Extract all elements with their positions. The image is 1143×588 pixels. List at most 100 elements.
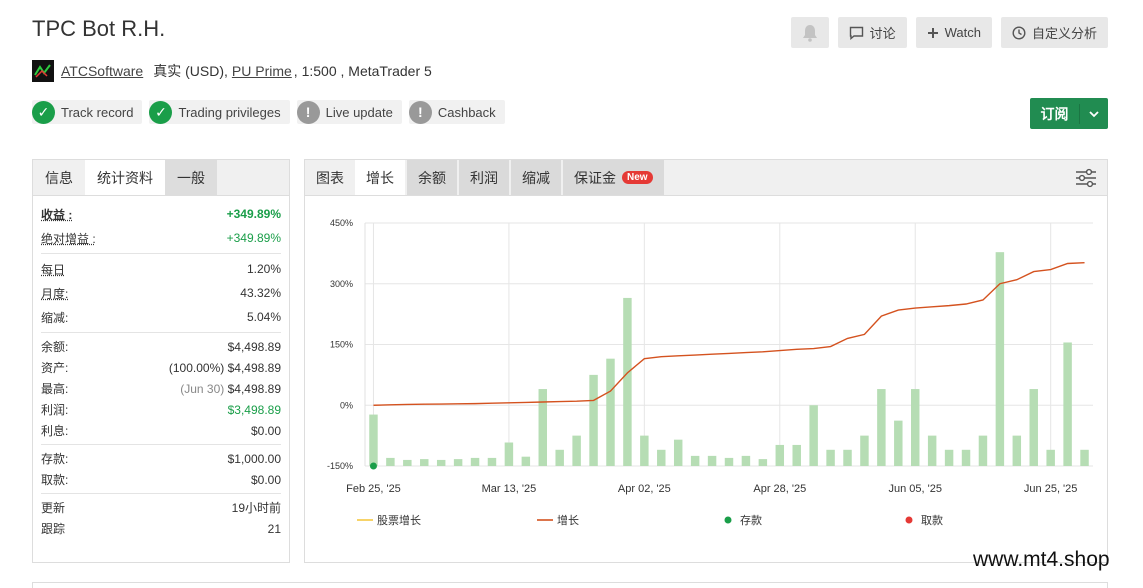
equity-percent: (100.00%) (168, 360, 225, 375)
tab-growth[interactable]: 增长 (355, 160, 405, 195)
author-link[interactable]: ATCSoftware (61, 63, 143, 79)
badge-trading-privileges[interactable]: ✓ Trading privileges (149, 100, 290, 124)
subscribe-button[interactable]: 订阅 (1030, 98, 1108, 129)
bar (978, 435, 988, 466)
check-icon: ✓ (32, 100, 55, 124)
tab-drawdown[interactable]: 缩减 (511, 160, 561, 195)
exclamation-icon: ! (408, 100, 432, 124)
badge-track-record[interactable]: ✓ Track record (32, 100, 143, 124)
clock-icon (1012, 25, 1026, 40)
y-tick-label: 0% (340, 400, 353, 410)
exclamation-icon: ! (296, 100, 320, 124)
interest-value: $0.00 (250, 423, 281, 438)
bar (741, 455, 751, 466)
gain-value: +349.89% (226, 207, 281, 221)
bar (1080, 449, 1089, 466)
bar (860, 435, 869, 466)
y-tick-label: -150% (327, 461, 353, 471)
deposits-value: $1,000.00 (227, 451, 281, 466)
chevron-down-icon[interactable] (1080, 107, 1108, 121)
bar (690, 455, 700, 466)
badge-label: Live update (325, 104, 393, 120)
badge-live-update[interactable]: ! Live update (296, 100, 402, 124)
bar (572, 435, 581, 466)
bar (640, 435, 649, 466)
divider (41, 493, 281, 494)
stats-tabs: 信息 统计资料 一般 (33, 160, 289, 196)
tracking-label: 跟踪 (41, 522, 66, 536)
subscribe-label: 订阅 (1030, 103, 1080, 124)
tab-margin[interactable]: 保证金 New (563, 160, 664, 195)
equity-value: (100.00%) $4,498.89 (169, 361, 281, 375)
bar (1029, 389, 1038, 466)
tab-margin-label: 保证金 (574, 169, 616, 186)
bar (657, 449, 666, 466)
bar (589, 374, 598, 466)
discuss-button[interactable]: 讨论 (837, 17, 907, 48)
daily-label[interactable]: 每日 (41, 261, 65, 278)
badge-cashback[interactable]: ! Cashback (408, 100, 505, 124)
bar (420, 459, 429, 466)
custom-analysis-button[interactable]: 自定义分析 (1000, 17, 1108, 48)
drawdown-label: 缩减: (41, 310, 69, 325)
badge-label: Track record (61, 104, 134, 120)
bar (775, 444, 785, 466)
chart-panel: 图表 增长 余额 利润 缩减 保证金 New 450% 300% 150% 0% -150… (304, 159, 1108, 563)
tab-info[interactable]: 信息 (33, 160, 85, 195)
bar (386, 457, 395, 466)
balance-label: 余额: (41, 340, 69, 354)
legend-label: 存款 (740, 513, 762, 527)
leverage-platform: , 1:500 , MetaTrader 5 (293, 63, 432, 79)
notify-button[interactable] (790, 17, 829, 48)
deposit-point (369, 462, 377, 470)
balance-value: $4,498.89 (227, 339, 281, 354)
bar (792, 444, 801, 466)
divider (41, 253, 281, 254)
tab-profit[interactable]: 利润 (459, 160, 509, 195)
top-actions: 讨论 Watch 自定义分析 (790, 17, 1108, 48)
watch-button[interactable]: Watch (915, 17, 992, 48)
x-tick-label: Mar 13, '25 (482, 483, 537, 495)
watch-label: Watch (944, 25, 981, 40)
equity-label: 资产: (41, 361, 69, 375)
tab-chart[interactable]: 图表 (305, 160, 355, 195)
x-tick-label: Jun 05, '25 (888, 483, 941, 495)
y-tick-label: 450% (330, 218, 353, 228)
badge-label: Cashback (437, 104, 496, 120)
bar (623, 297, 632, 466)
page-title: TPC Bot R.H. (32, 16, 166, 41)
y-tick-label: 300% (330, 279, 353, 289)
bar (1046, 449, 1055, 466)
monthly-label[interactable]: 月度: (41, 285, 68, 302)
author-logo[interactable] (32, 60, 54, 82)
bar (538, 389, 547, 466)
absolute-gain-label[interactable]: 绝对增益 : (41, 230, 96, 247)
tab-balance[interactable]: 余额 (407, 160, 457, 195)
stats-panel: 信息 统计资料 一般 收益 : +349.89% 绝对增益 : +349.89% 每… (32, 159, 290, 563)
absolute-gain-value: +349.89% (226, 231, 281, 245)
broker-link[interactable]: PU Prime (232, 63, 292, 79)
bar (453, 459, 463, 466)
bar (673, 439, 683, 466)
growth-chart[interactable]: 450% 300% 150% 0% -150% Feb 25, '25 Mar 13, '2… (305, 196, 1107, 562)
bar (470, 457, 480, 466)
legend-swatch (905, 516, 913, 524)
bar (606, 358, 615, 466)
divider (41, 444, 281, 445)
profit-label: 利润: (41, 403, 69, 417)
x-tick-label: Apr 02, '25 (618, 483, 671, 495)
withdrawals-value: $0.00 (250, 472, 281, 487)
settings-sliders-icon[interactable] (1075, 168, 1097, 193)
equity-amount: $4,498.89 (227, 360, 281, 375)
x-tick-label: Apr 28, '25 (753, 483, 806, 495)
interest-label: 利息: (41, 424, 69, 438)
bar (961, 449, 971, 466)
bar (1063, 342, 1072, 466)
bar (758, 459, 768, 466)
updated-label: 更新 (41, 501, 66, 515)
bar (707, 455, 717, 466)
tab-general[interactable]: 一般 (165, 160, 217, 195)
gain-label[interactable]: 收益 : (41, 206, 72, 223)
tab-statistics[interactable]: 统计资料 (85, 160, 165, 195)
legend-label: 取款 (921, 513, 943, 527)
